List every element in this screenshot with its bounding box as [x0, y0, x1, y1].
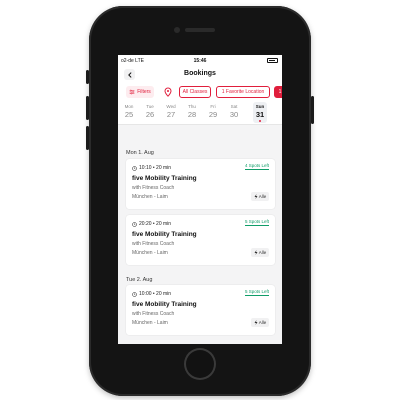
card-time-text: 10:10 • 20 min — [139, 165, 172, 171]
day-number: 31 — [255, 110, 265, 119]
day-number: 30 — [229, 110, 239, 119]
status-bar: o2-de LTE 15:46 — [118, 55, 282, 66]
level-tag-label: Alle — [258, 320, 267, 325]
class-coach: with Fitness Coach — [132, 241, 175, 247]
level-tag: Alle — [251, 248, 269, 257]
card-time: 10:10 • 20 min — [132, 165, 171, 171]
class-location: München - Laim — [132, 250, 168, 256]
status-time: 15:46 — [193, 58, 207, 64]
day-name: Tue — [146, 104, 154, 109]
card-time: 20:20 • 20 min — [132, 221, 171, 227]
phone-mute-switch — [86, 70, 89, 84]
class-location: München - Laim — [132, 320, 168, 326]
class-card[interactable]: 20:20 • 20 min 5 Spots Left five Mobilit… — [126, 215, 275, 265]
class-location: München - Laim — [132, 194, 168, 200]
earpiece-speaker — [185, 28, 215, 32]
spots-indicator — [245, 169, 269, 170]
day-fri[interactable]: Fri 29 — [206, 102, 220, 119]
day-number: 29 — [208, 110, 218, 119]
day-name: Wed — [166, 104, 176, 109]
day-picker: Mon 25 Tue 26 Wed 27 Thu 28 Fri 29 Sat 3… — [118, 101, 282, 125]
day-name: Mon — [124, 104, 134, 109]
bolt-icon — [254, 320, 258, 325]
day-name: Sun — [255, 104, 265, 109]
level-tag-label: Alle — [258, 250, 267, 255]
favorite-location-chip[interactable]: 1 Favorite Location — [216, 86, 270, 98]
card-time: 10:00 • 20 min — [132, 291, 171, 297]
filter-bar: Filters All Classes 1 Favorite Location … — [118, 83, 282, 101]
day-number: 25 — [124, 110, 134, 119]
class-title: five Mobility Training — [132, 231, 197, 238]
spots-indicator — [245, 295, 269, 296]
filters-label: Filters — [137, 89, 151, 95]
selected-day-dot — [259, 120, 261, 122]
phone-volume-up — [86, 96, 89, 120]
phone-volume-down — [86, 126, 89, 150]
day-number: 27 — [166, 110, 176, 119]
class-card[interactable]: 10:00 • 20 min 5 Spots Left five Mobilit… — [126, 285, 275, 335]
card-time-text: 20:20 • 20 min — [139, 221, 172, 227]
clock-icon — [132, 291, 137, 297]
level-tag: Alle — [251, 318, 269, 327]
day-tue[interactable]: Tue 26 — [143, 102, 157, 119]
date-section-header: Mon 1. Aug — [126, 150, 154, 156]
level-tag-label: Alle — [258, 194, 267, 199]
clock-icon — [132, 221, 137, 227]
day-thu[interactable]: Thu 28 — [185, 102, 199, 119]
bolt-icon — [254, 194, 258, 199]
front-camera — [174, 27, 180, 33]
stage: o2-de LTE 15:46 Bookings Filters All Cla… — [0, 0, 400, 400]
day-sat[interactable]: Sat 30 — [227, 102, 241, 119]
battery-icon — [267, 58, 278, 63]
class-title: five Mobility Training — [132, 175, 197, 182]
day-wed[interactable]: Wed 27 — [164, 102, 178, 119]
phone-power-button — [311, 96, 314, 124]
day-name: Fri — [210, 104, 216, 109]
date-section-header: Tue 2. Aug — [126, 277, 153, 283]
page-title: Bookings — [184, 70, 216, 77]
filters-button[interactable]: Filters — [126, 86, 154, 98]
class-coach: with Fitness Coach — [132, 185, 175, 191]
location-pin-icon[interactable] — [163, 87, 173, 97]
day-sun-selected[interactable]: Sun 31 — [253, 102, 267, 123]
clock-icon — [132, 165, 137, 171]
extra-filter-chip[interactable]: 1 — [274, 86, 282, 98]
spots-left-label: 5 Spots Left — [244, 289, 269, 294]
day-name: Thu — [188, 104, 196, 109]
class-coach: with Fitness Coach — [132, 311, 175, 317]
filters-icon — [129, 89, 135, 95]
spots-left-label: 4 Spots Left — [244, 163, 269, 168]
day-mon[interactable]: Mon 25 — [122, 102, 136, 119]
home-button[interactable] — [184, 348, 216, 380]
day-number: 26 — [145, 110, 155, 119]
spots-indicator — [245, 225, 269, 226]
all-classes-chip[interactable]: All Classes — [179, 86, 211, 98]
day-name: Sat — [230, 104, 238, 109]
level-tag: Alle — [251, 192, 269, 201]
app-screen: o2-de LTE 15:46 Bookings Filters All Cla… — [118, 55, 282, 344]
bolt-icon — [254, 250, 258, 255]
class-card[interactable]: 10:10 • 20 min 4 Spots Left five Mobilit… — [126, 159, 275, 209]
spots-left-label: 5 Spots Left — [244, 219, 269, 224]
nav-bar: Bookings — [118, 66, 282, 83]
class-title: five Mobility Training — [132, 301, 197, 308]
day-number: 28 — [187, 110, 197, 119]
card-time-text: 10:00 • 20 min — [139, 291, 172, 297]
